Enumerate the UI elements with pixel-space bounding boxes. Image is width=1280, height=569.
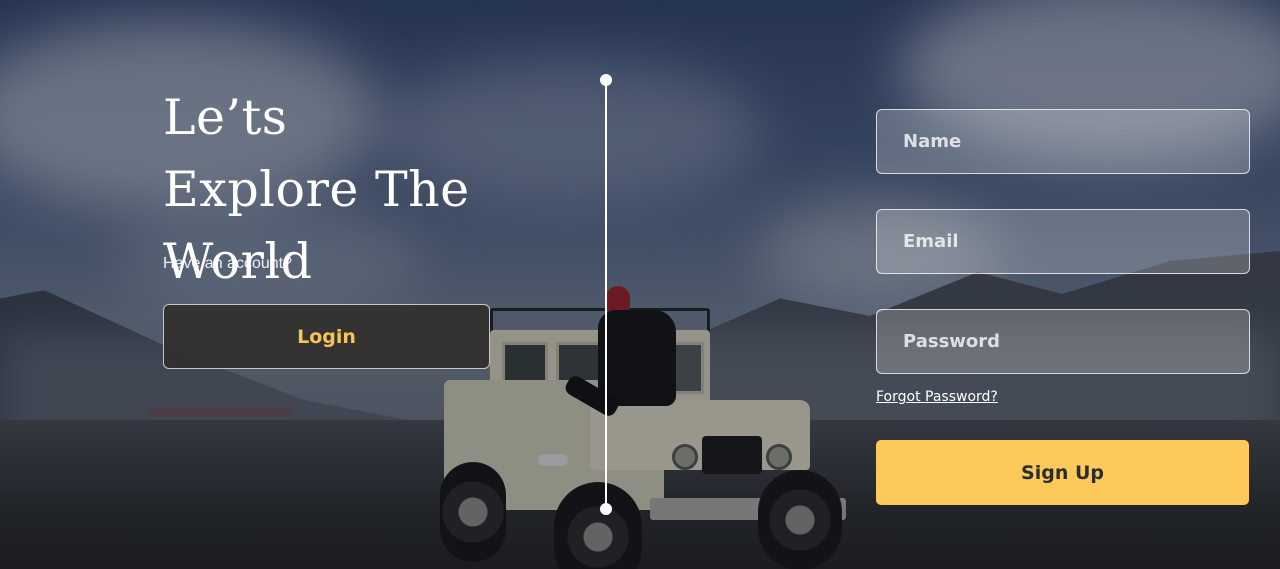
headline-line: Le’ts (163, 89, 288, 146)
divider-dot-bottom (600, 503, 612, 515)
forgot-password-link[interactable]: Forgot Password? (876, 389, 998, 405)
email-field[interactable] (876, 209, 1250, 274)
password-field[interactable] (876, 309, 1250, 374)
name-field[interactable] (876, 109, 1250, 174)
sign-up-button[interactable]: Sign Up (876, 440, 1249, 505)
login-button[interactable]: Login (163, 304, 490, 369)
divider-dot-top (600, 74, 612, 86)
have-account-text: Have an account? (163, 255, 292, 272)
headline-line: Explore The (163, 161, 470, 218)
vertical-divider (605, 80, 607, 509)
